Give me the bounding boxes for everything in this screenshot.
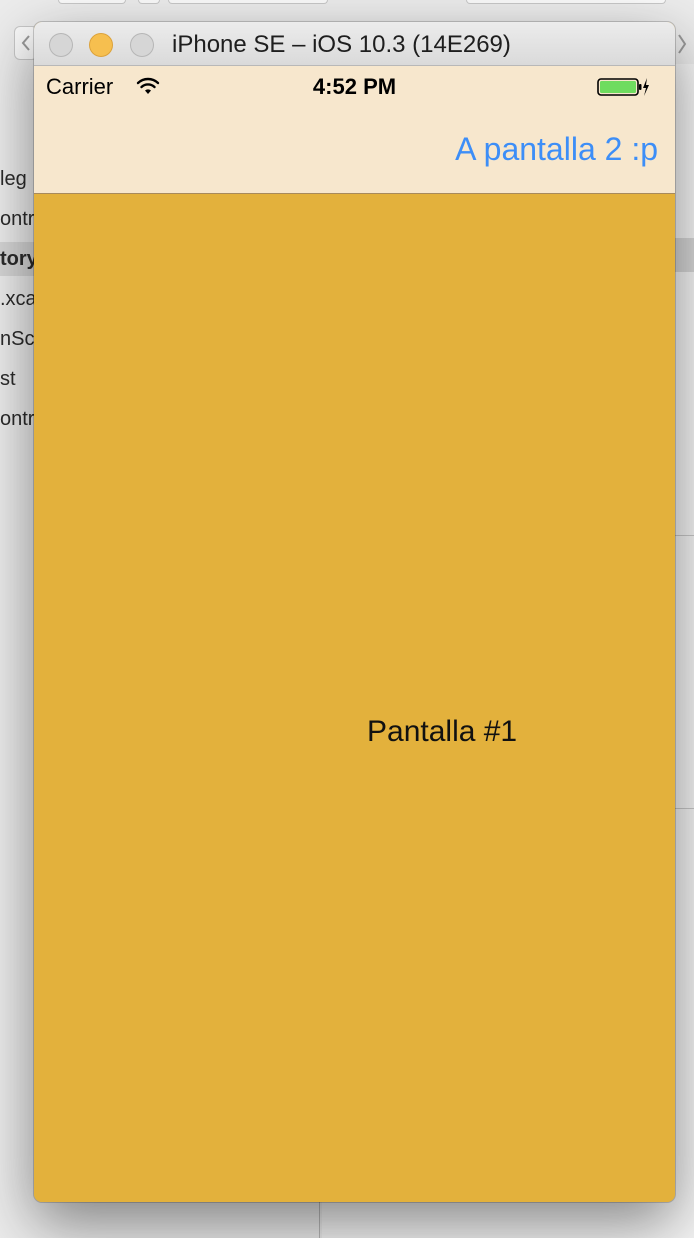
toolbar-button[interactable] bbox=[168, 0, 328, 4]
window-titlebar[interactable]: iPhone SE – iOS 10.3 (14E269) bbox=[34, 22, 675, 66]
navigation-area: Carrier 4:52 PM A pantalla 2 :p bbox=[34, 66, 675, 194]
navigation-bar: A pantalla 2 :p bbox=[34, 106, 675, 194]
toolbar-button[interactable] bbox=[58, 0, 126, 4]
close-window-button[interactable] bbox=[49, 33, 73, 57]
status-time: 4:52 PM bbox=[312, 74, 397, 99]
chevron-left-icon bbox=[21, 35, 30, 51]
battery-charging-icon bbox=[597, 78, 649, 96]
window-title: iPhone SE – iOS 10.3 (14E269) bbox=[172, 31, 511, 58]
screen-title-label: Pantalla #1 bbox=[367, 715, 518, 748]
forward-button[interactable] bbox=[674, 30, 690, 58]
main-content: Pantalla #1 bbox=[34, 194, 675, 1202]
simulator-window: iPhone SE – iOS 10.3 (14E269) Carrier 4:… bbox=[34, 22, 675, 1202]
toolbar-button[interactable] bbox=[138, 0, 160, 4]
toolbar-button[interactable] bbox=[466, 0, 666, 4]
zoom-window-button[interactable] bbox=[130, 33, 154, 57]
go-to-screen-2-button[interactable]: A pantalla 2 :p bbox=[455, 130, 658, 168]
ios-screen: Carrier 4:52 PM A pantalla 2 :p Pantalla… bbox=[34, 66, 675, 1202]
chevron-right-icon bbox=[678, 34, 687, 54]
minimize-window-button[interactable] bbox=[89, 33, 113, 57]
status-bar: Carrier 4:52 PM bbox=[34, 66, 675, 106]
